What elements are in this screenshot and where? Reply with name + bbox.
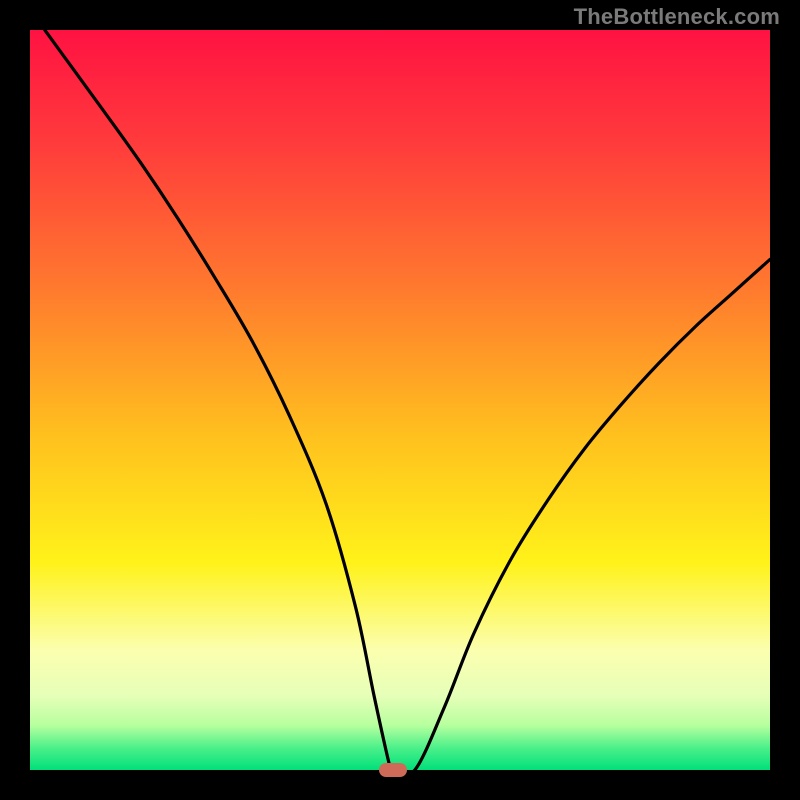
- chart-frame: TheBottleneck.com: [0, 0, 800, 800]
- watermark-text: TheBottleneck.com: [574, 4, 780, 30]
- nadir-marker: [379, 763, 407, 777]
- chart-canvas: [30, 30, 770, 770]
- gradient-background: [30, 30, 770, 770]
